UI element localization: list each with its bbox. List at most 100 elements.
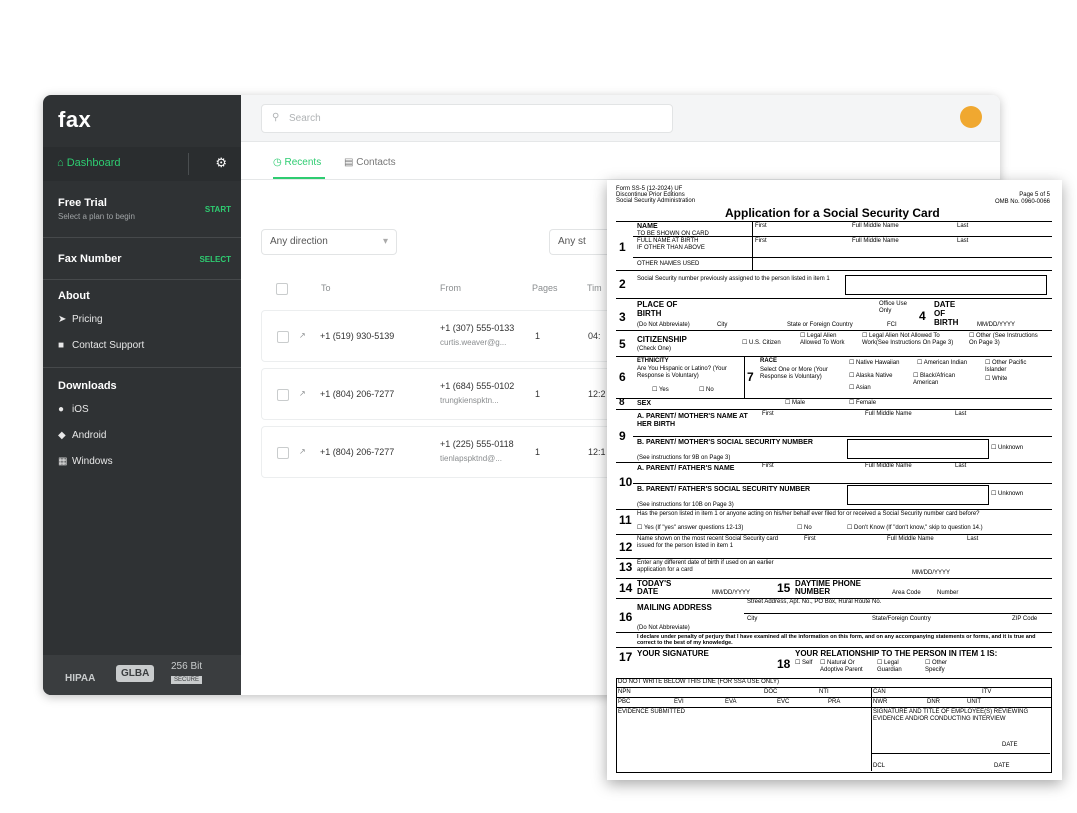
divider <box>616 697 1052 698</box>
prior-card-dont-know[interactable]: ☐ Don't Know (If "don't know," skip to q… <box>847 525 983 532</box>
first-name-field[interactable]: First <box>755 223 767 230</box>
relationship-guardian[interactable]: ☐ Legal Guardian <box>877 660 917 674</box>
mother-first-field[interactable]: First <box>762 411 774 418</box>
status-filter[interactable]: Any st <box>549 229 610 255</box>
sidebar-item-dashboard[interactable]: ⌂ Dashboard ⚙ <box>43 147 241 181</box>
row-checkbox[interactable] <box>277 447 289 459</box>
mother-ssn-boxes[interactable] <box>847 439 989 459</box>
recent-card-name-label: Name shown on the most recent Social Sec… <box>637 536 779 549</box>
todays-date-label: TODAY'S DATE <box>637 579 672 596</box>
birth-first-name-field[interactable]: First <box>755 238 767 245</box>
clock-icon: ◷ <box>273 157 282 168</box>
recent-last-field[interactable]: Last <box>967 536 978 543</box>
sex-male[interactable]: ☐ Male <box>785 400 805 407</box>
sidebar-item-ios[interactable]: ● iOS <box>58 404 89 415</box>
todays-date-field[interactable]: MM/DD/YYYY <box>712 590 750 597</box>
father-ssn-unknown[interactable]: ☐ Unknown <box>991 491 1023 498</box>
state-country-field[interactable]: State or Foreign Country <box>787 322 853 329</box>
birth-middle-name-field[interactable]: Full Middle Name <box>852 238 899 245</box>
mother-ssn-unknown[interactable]: ☐ Unknown <box>991 445 1023 452</box>
mailing-state-field[interactable]: State/Foreign Country <box>872 616 931 623</box>
section-number-5: 5 <box>619 337 626 351</box>
race-option-label: Asian <box>855 385 871 391</box>
relationship-other[interactable]: ☐ Other Specify <box>925 660 965 674</box>
date-of-birth-label: DATE OF BIRTH <box>934 300 959 327</box>
row-pages: 1 <box>535 389 541 399</box>
middle-name-field[interactable]: Full Middle Name <box>852 223 899 230</box>
race-option[interactable]: ☐ American Indian <box>917 360 967 367</box>
search-input[interactable]: ⚲ Search <box>261 104 673 133</box>
section-number-4: 4 <box>919 309 926 323</box>
mailing-address-note: (Do Not Abbreviate) <box>637 625 690 631</box>
area-code-field[interactable]: Area Code <box>892 590 921 597</box>
free-trial-subtitle: Select a plan to begin <box>58 212 135 221</box>
avatar[interactable] <box>960 106 982 128</box>
mailing-city-field[interactable]: City <box>747 616 757 623</box>
start-button[interactable]: START <box>205 205 231 214</box>
last-name-field[interactable]: Last <box>957 223 968 230</box>
citizenship-option-alien-not-allowed[interactable]: ☐ Legal Alien Not Allowed To Work(See In… <box>862 333 962 347</box>
section-number-2: 2 <box>619 277 626 291</box>
race-option[interactable]: ☐ Black/African American <box>913 373 975 387</box>
perjury-declaration: I declare under penalty of perjury that … <box>637 634 1036 646</box>
prior-ssn-boxes[interactable] <box>845 275 1047 295</box>
ethnicity-no[interactable]: ☐ No <box>699 387 714 394</box>
free-trial-panel[interactable]: Free Trial Select a plan to begin START <box>43 187 241 231</box>
city-field[interactable]: City <box>717 322 727 329</box>
sidebar-item-pricing[interactable]: ➤ Pricing <box>58 314 103 325</box>
recent-first-field[interactable]: First <box>804 536 816 543</box>
father-last-field[interactable]: Last <box>955 463 966 470</box>
father-ssn-boxes[interactable] <box>847 485 989 505</box>
sidebar-item-windows[interactable]: ▦ Windows <box>58 456 113 467</box>
citizenship-option-other[interactable]: ☐ Other (See Instructions On Page 3) <box>969 333 1044 347</box>
office-npn: NPN <box>618 689 631 695</box>
row-email: curtis.weaver@g... <box>440 338 507 347</box>
citizenship-option-us[interactable]: ☐ U.S. Citizen <box>742 340 781 347</box>
gear-icon[interactable]: ⚙ <box>215 155 227 171</box>
dob-format[interactable]: MM/DD/YYYY <box>977 322 1015 329</box>
different-dob-field[interactable]: MM/DD/YYYY <box>912 570 950 577</box>
section-number-16: 16 <box>619 610 633 624</box>
race-option[interactable]: ☐ Alaska Native <box>849 373 892 380</box>
select-button[interactable]: SELECT <box>199 255 231 264</box>
sex-female[interactable]: ☐ Female <box>849 400 876 407</box>
race-option[interactable]: ☐ Other Pacific Islander <box>985 360 1047 374</box>
relationship-label: YOUR RELATIONSHIP TO THE PERSON IN ITEM … <box>795 649 998 658</box>
fax-number-panel[interactable]: Fax Number SELECT <box>43 245 241 273</box>
citizenship-option-alien-allowed[interactable]: ☐ Legal Alien Allowed To Work <box>800 333 855 347</box>
section-number-17: 17 <box>619 650 633 664</box>
relationship-parent[interactable]: ☐ Natural Or Adoptive Parent <box>820 660 875 674</box>
select-all-checkbox[interactable] <box>276 283 288 295</box>
relationship-self[interactable]: ☐ Self <box>795 660 812 667</box>
row-checkbox[interactable] <box>277 389 289 401</box>
divider <box>616 221 1052 222</box>
father-middle-field[interactable]: Full Middle Name <box>865 463 912 470</box>
ethnicity-yes[interactable]: ☐ Yes <box>652 387 669 394</box>
tab-recents[interactable]: ◷ Recents <box>273 157 321 168</box>
race-option[interactable]: ☐ White <box>985 376 1007 383</box>
mother-middle-field[interactable]: Full Middle Name <box>865 411 912 418</box>
tab-contacts[interactable]: ▤ Contacts <box>344 157 396 168</box>
race-option[interactable]: ☐ Native Hawaiian <box>849 360 899 367</box>
divider <box>616 298 1052 299</box>
phone-number-field[interactable]: Number <box>937 590 958 597</box>
prior-card-yes[interactable]: ☐ Yes (If "yes" answer questions 12-13) <box>637 525 743 532</box>
sidebar-item-android[interactable]: ◆ Android <box>58 430 106 441</box>
street-address-field[interactable]: Street Address, Apt. No., PO Box, Rural … <box>747 599 881 606</box>
row-pages: 1 <box>535 447 541 457</box>
father-first-field[interactable]: First <box>762 463 774 470</box>
windows-icon: ▦ <box>58 456 68 467</box>
row-checkbox[interactable] <box>277 331 289 343</box>
free-trial-title: Free Trial <box>58 197 107 209</box>
prior-ssn-label: Social Security number previously assign… <box>637 276 830 282</box>
race-option[interactable]: ☐ Asian <box>849 385 871 392</box>
zip-code-field[interactable]: ZIP Code <box>1012 616 1037 623</box>
recent-middle-field[interactable]: Full Middle Name <box>887 536 934 543</box>
direction-filter[interactable]: Any direction ▾ <box>261 229 397 255</box>
prior-card-no[interactable]: ☐ No <box>797 525 812 532</box>
sidebar-item-contact-support[interactable]: ■ Contact Support <box>58 340 144 351</box>
mother-last-field[interactable]: Last <box>955 411 966 418</box>
form-title: Application for a Social Security Card <box>725 206 940 220</box>
birth-last-name-field[interactable]: Last <box>957 238 968 245</box>
column-header-pages: Pages <box>532 283 558 293</box>
